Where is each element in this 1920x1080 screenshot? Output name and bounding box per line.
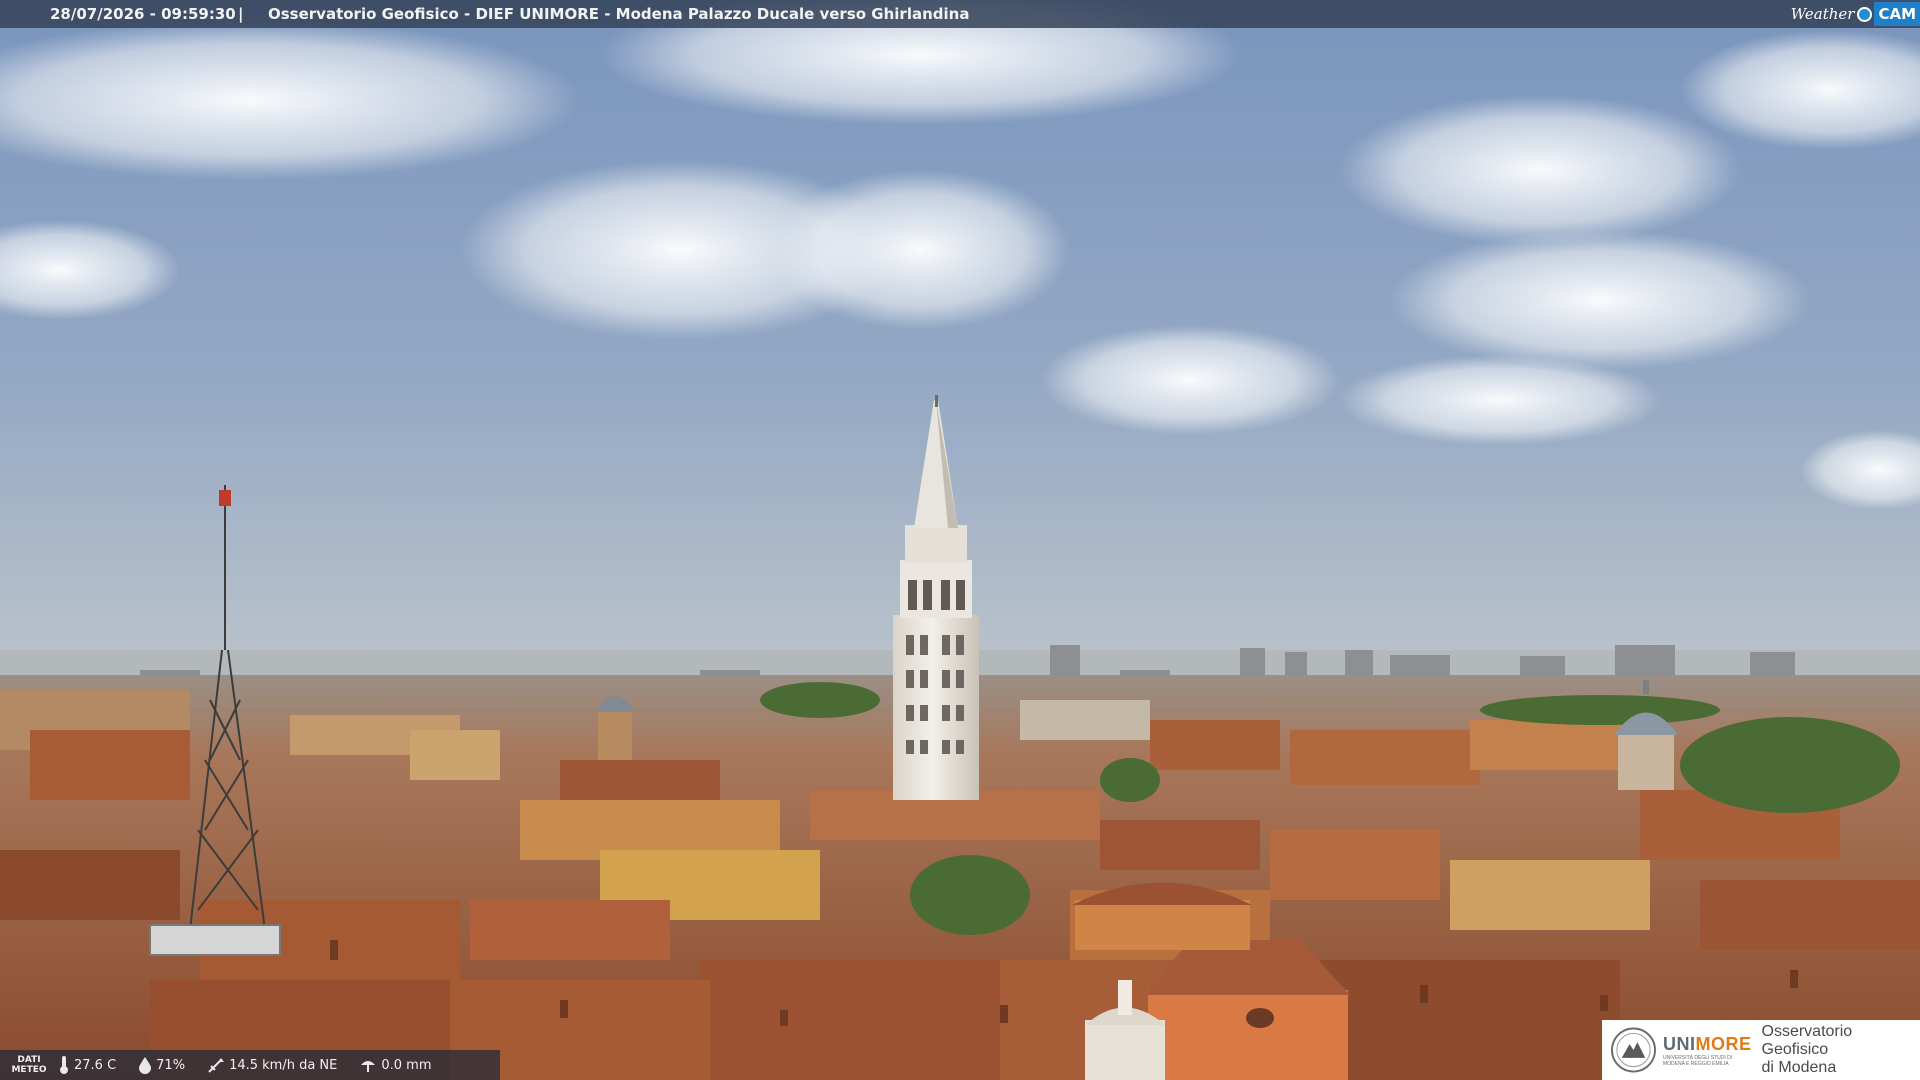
weathercam-logo: Weather CAM: [1791, 0, 1920, 28]
university-line2: MODENA E REGGIO EMILIA: [1663, 1060, 1729, 1067]
timestamp: 28/07/2026 - 09:59:30: [50, 5, 236, 23]
caption-bar: 28/07/2026 - 09:59:30 | Osservatorio Geo…: [0, 0, 1920, 28]
university-seal-icon: [1610, 1027, 1657, 1073]
weathercam-cam-text: CAM: [1874, 2, 1920, 26]
rain-value: 0.0 mm: [381, 1057, 432, 1073]
temperature-reading: 27.6 C: [58, 1055, 116, 1075]
unimore-logo-panel: UNIMORE UNIVERSITÀ DEGLI STUDI DI MODENA…: [1602, 1020, 1920, 1080]
dati-meteo-label: DATI METEO: [11, 1055, 47, 1075]
caption-separator: |: [238, 5, 244, 23]
unimore-suffix: MORE: [1695, 1033, 1752, 1054]
observatory-line1: Osservatorio Geofisico: [1761, 1023, 1853, 1058]
humidity-reading: 71%: [138, 1056, 185, 1074]
humidity-drop-icon: [139, 1057, 152, 1074]
observatory-line2: di Modena: [1761, 1059, 1837, 1076]
weather-data-bar: DATI METEO 27.6 C 71% 14.5 km/h da NE 0.…: [0, 1050, 500, 1080]
wind-reading: 14.5 km/h da NE: [207, 1056, 337, 1074]
thermometer-icon: [60, 1056, 68, 1074]
unimore-wordmark: UNIMORE UNIVERSITÀ DEGLI STUDI DI MODENA…: [1663, 1034, 1752, 1067]
rain-gauge-icon: [361, 1061, 376, 1072]
wind-value: 14.5 km/h da NE: [229, 1057, 338, 1073]
weathercam-dot-icon: [1857, 6, 1873, 22]
weathercam-weather-text: Weather: [1790, 5, 1855, 23]
humidity-value: 71%: [156, 1057, 186, 1073]
camera-title: Osservatorio Geofisico - DIEF UNIMORE - …: [268, 5, 970, 23]
observatory-name: Osservatorio Geofisico di Modena: [1762, 1023, 1920, 1077]
unimore-prefix: UNI: [1663, 1033, 1696, 1054]
webcam-scene: [0, 0, 1920, 1080]
wind-vane-icon: [208, 1058, 225, 1073]
rain-reading: 0.0 mm: [359, 1057, 432, 1073]
temperature-value: 27.6 C: [74, 1057, 117, 1073]
dome-left: [596, 696, 634, 760]
